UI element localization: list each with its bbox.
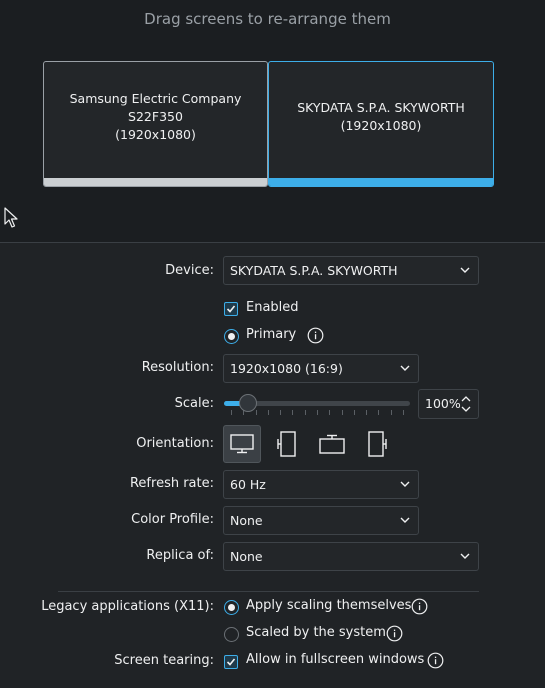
primary-radio[interactable]: [224, 329, 239, 344]
legacy-scaled-by-system-radio[interactable]: [224, 627, 239, 642]
legacy-apply-scaling-radio[interactable]: [224, 600, 239, 615]
monitor-portrait-left-icon: [277, 431, 296, 457]
scale-tick: [378, 410, 380, 415]
mouse-cursor-icon: [4, 207, 18, 228]
scale-value: 100%: [425, 396, 461, 411]
scale-tick: [292, 410, 294, 415]
info-icon[interactable]: [411, 598, 428, 615]
scale-tick: [317, 410, 318, 415]
device-label: Device:: [165, 263, 214, 278]
refresh-rate-label: Refresh rate:: [129, 476, 214, 491]
chevron-down-icon: [400, 481, 410, 487]
scale-tick: [329, 410, 331, 415]
color-profile-select[interactable]: None: [223, 506, 419, 535]
enabled-checkbox[interactable]: [224, 302, 238, 316]
scale-tick: [280, 410, 282, 415]
scale-tick: [231, 410, 232, 415]
chevron-down-icon: [400, 517, 410, 523]
screen-name: SKYDATA S.P.A. SKYWORTH: [297, 100, 465, 115]
orientation-portrait-right-button[interactable]: [358, 425, 396, 463]
scale-tick: [390, 410, 392, 415]
device-select[interactable]: SKYDATA S.P.A. SKYWORTH: [223, 256, 479, 285]
scale-tick: [255, 410, 257, 415]
orientation-flipped-button[interactable]: [313, 425, 351, 463]
screen-bar: [44, 178, 267, 186]
replica-label: Replica of:: [146, 548, 214, 563]
resolution-label: Resolution:: [141, 360, 214, 375]
screen-tearing-option-label: Allow in fullscreen windows: [246, 652, 425, 667]
arrangement-hint: Drag screens to re-arrange them: [144, 10, 391, 28]
scale-tick: [304, 410, 306, 415]
replica-select[interactable]: None: [223, 542, 479, 571]
color-profile-label: Color Profile:: [131, 512, 214, 527]
monitor-landscape-icon: [230, 434, 254, 454]
refresh-rate-select[interactable]: 60 Hz: [223, 470, 419, 499]
screen-bar-selected: [269, 178, 493, 186]
scale-label: Scale:: [174, 396, 214, 411]
chevron-down-icon: [460, 553, 470, 559]
screen-arrangement-area: Drag screens to re-arrange them Samsung …: [0, 0, 545, 243]
legacy-scaled-by-system-label: Scaled by the system: [246, 625, 386, 640]
orientation-landscape-button[interactable]: [223, 425, 261, 463]
screen-resolution: (1920x1080): [115, 127, 196, 142]
scale-tick: [267, 410, 269, 415]
info-icon[interactable]: [386, 625, 403, 642]
refresh-rate-value: 60 Hz: [230, 477, 266, 492]
screen-name: Samsung Electric Company S22F350: [69, 91, 242, 124]
info-icon[interactable]: [307, 327, 324, 344]
legacy-apply-scaling-label: Apply scaling themselves: [246, 598, 412, 613]
monitor-portrait-right-icon: [368, 431, 387, 457]
scale-tick: [341, 410, 343, 415]
screen-tearing-checkbox[interactable]: [224, 655, 238, 669]
scale-spinbox[interactable]: 100%: [418, 389, 479, 419]
color-profile-value: None: [230, 513, 263, 528]
resolution-select[interactable]: 1920x1080 (16:9): [223, 354, 419, 383]
chevron-down-icon: [400, 365, 410, 371]
device-value: SKYDATA S.P.A. SKYWORTH: [230, 263, 398, 278]
replica-value: None: [230, 549, 263, 564]
spin-arrows-icon[interactable]: [460, 394, 472, 414]
info-icon[interactable]: [427, 652, 444, 669]
orientation-label: Orientation:: [136, 436, 214, 451]
resolution-value: 1920x1080 (16:9): [230, 361, 343, 376]
enabled-label: Enabled: [246, 300, 299, 315]
scale-tick: [403, 410, 404, 415]
checkmark-icon: [226, 305, 236, 313]
screen-tearing-label: Screen tearing:: [114, 653, 214, 668]
checkmark-icon: [226, 658, 236, 666]
scale-slider-handle[interactable]: [239, 394, 258, 412]
screen-samsung[interactable]: Samsung Electric Company S22F350 (1920x1…: [43, 61, 268, 187]
separator: [58, 591, 479, 592]
legacy-apps-label: Legacy applications (X11):: [41, 599, 214, 614]
scale-tick: [353, 410, 355, 415]
orientation-portrait-left-button[interactable]: [268, 425, 306, 463]
monitor-landscape-flipped-icon: [319, 434, 345, 454]
screen-resolution: (1920x1080): [340, 118, 422, 133]
scale-tick: [366, 410, 368, 415]
primary-label: Primary: [246, 327, 297, 342]
chevron-down-icon: [460, 267, 470, 273]
screen-skyworth[interactable]: SKYDATA S.P.A. SKYWORTH (1920x1080): [268, 61, 494, 187]
